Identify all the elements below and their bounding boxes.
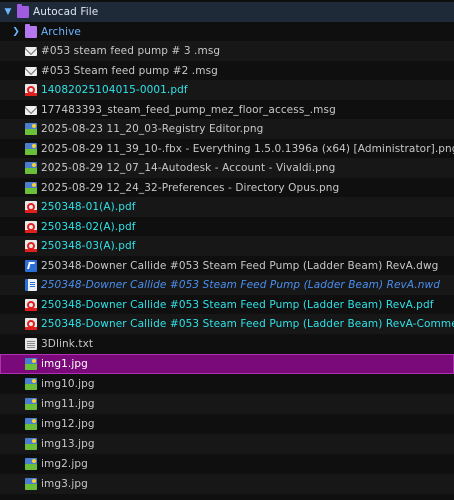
image-icon: [25, 438, 37, 450]
pdf-icon: [25, 201, 37, 213]
image-icon: [25, 143, 37, 155]
file-row[interactable]: 2025-08-29 11_39_10-.fbx - Everything 1.…: [0, 139, 454, 159]
file-row[interactable]: img13.jpg: [0, 434, 454, 454]
image-icon: [25, 182, 37, 194]
dwg-icon: [25, 260, 37, 272]
file-row[interactable]: 250348-Downer Callide #053 Steam Feed Pu…: [0, 314, 454, 334]
file-name: 250348-Downer Callide #053 Steam Feed Pu…: [41, 279, 440, 291]
file-row[interactable]: 2025-08-29 12_24_32-Preferences - Direct…: [0, 178, 454, 198]
file-row[interactable]: 250348-Downer Callide #053 Steam Feed Pu…: [0, 256, 454, 276]
image-icon: [25, 123, 37, 135]
chevron-down-icon[interactable]: ▼: [3, 7, 13, 17]
file-name: 3Dlink.txt: [41, 338, 94, 350]
file-name: 250348-03(A).pdf: [41, 240, 136, 252]
image-icon: [25, 378, 37, 390]
file-row[interactable]: #053 steam feed pump # 3 .msg: [0, 41, 454, 61]
file-row[interactable]: 3Dlink.txt: [0, 334, 454, 354]
image-icon: [25, 458, 37, 470]
file-name: 177483393_steam_feed_pump_mez_floor_acce…: [41, 104, 336, 116]
pdf-icon: [25, 299, 37, 311]
file-row[interactable]: 250348-01(A).pdf: [0, 197, 454, 217]
file-name: 250348-Downer Callide #053 Steam Feed Pu…: [41, 299, 434, 311]
file-name: #053 steam feed pump # 3 .msg: [41, 45, 221, 57]
file-name: img10.jpg: [41, 378, 95, 390]
file-row[interactable]: 177483393_steam_feed_pump_mez_floor_acce…: [0, 100, 454, 120]
file-row[interactable]: img3.jpg: [0, 474, 454, 494]
file-row[interactable]: 250348-03(A).pdf: [0, 236, 454, 256]
file-row[interactable]: 14082025104015-0001.pdf: [0, 80, 454, 100]
file-row[interactable]: 250348-Downer Callide #053 Steam Feed Pu…: [0, 295, 454, 315]
file-row[interactable]: 2025-08-29 12_07_14-Autodesk - Account -…: [0, 158, 454, 178]
folder-icon: [17, 4, 29, 18]
pdf-icon: [25, 240, 37, 252]
image-icon: [25, 162, 37, 174]
file-row[interactable]: img11.jpg: [0, 394, 454, 414]
image-icon: [25, 478, 37, 490]
file-name: img11.jpg: [41, 398, 95, 410]
tree-root-autocad-file[interactable]: ▼ Autocad File: [0, 2, 454, 22]
file-name: 14082025104015-0001.pdf: [41, 84, 188, 96]
file-name: 2025-08-29 12_07_14-Autodesk - Account -…: [41, 162, 336, 174]
file-name: img13.jpg: [41, 438, 95, 450]
file-name: 2025-08-29 12_24_32-Preferences - Direct…: [41, 182, 340, 194]
email-icon: [25, 67, 37, 76]
file-name: img1.jpg: [41, 358, 88, 370]
chevron-right-icon[interactable]: ❯: [11, 27, 21, 37]
image-icon: [25, 418, 37, 430]
file-name: 250348-Downer Callide #053 Steam Feed Pu…: [41, 260, 439, 272]
pdf-icon: [25, 84, 37, 96]
pdf-icon: [25, 221, 37, 233]
email-icon: [25, 47, 37, 56]
file-name: img2.jpg: [41, 458, 88, 470]
tree-item-archive[interactable]: ❯ Archive: [0, 22, 454, 42]
folder-label: Archive: [41, 26, 81, 38]
file-row[interactable]: img12.jpg: [0, 414, 454, 434]
folder-label: Autocad File: [33, 6, 99, 18]
file-name: 250348-Downer Callide #053 Steam Feed Pu…: [41, 318, 454, 330]
nwd-icon: [25, 279, 37, 291]
file-row[interactable]: 250348-Downer Callide #053 Steam Feed Pu…: [0, 275, 454, 295]
image-icon: [25, 398, 37, 410]
file-row[interactable]: 250348-02(A).pdf: [0, 217, 454, 237]
pdf-icon: [25, 318, 37, 330]
file-name: 2025-08-29 11_39_10-.fbx - Everything 1.…: [41, 143, 454, 155]
file-name: 250348-01(A).pdf: [41, 201, 136, 213]
file-name: img12.jpg: [41, 418, 95, 430]
file-name: 250348-02(A).pdf: [41, 221, 136, 233]
email-icon: [25, 106, 37, 115]
file-name: 2025-08-23 11_20_03-Registry Editor.png: [41, 123, 264, 135]
file-row-selected[interactable]: img1.jpg: [0, 354, 454, 374]
file-row[interactable]: img2.jpg: [0, 454, 454, 474]
text-file-icon: [25, 338, 37, 350]
folder-icon: [25, 24, 37, 38]
file-tree: ▼ Autocad File ❯ Archive #053 steam feed…: [0, 0, 454, 500]
image-icon: [25, 358, 37, 370]
file-row[interactable]: 2025-08-23 11_20_03-Registry Editor.png: [0, 119, 454, 139]
file-row[interactable]: #053 Steam feed pump #2 .msg: [0, 61, 454, 81]
file-name: img3.jpg: [41, 478, 88, 490]
file-row[interactable]: img10.jpg: [0, 374, 454, 394]
file-name: #053 Steam feed pump #2 .msg: [41, 65, 218, 77]
